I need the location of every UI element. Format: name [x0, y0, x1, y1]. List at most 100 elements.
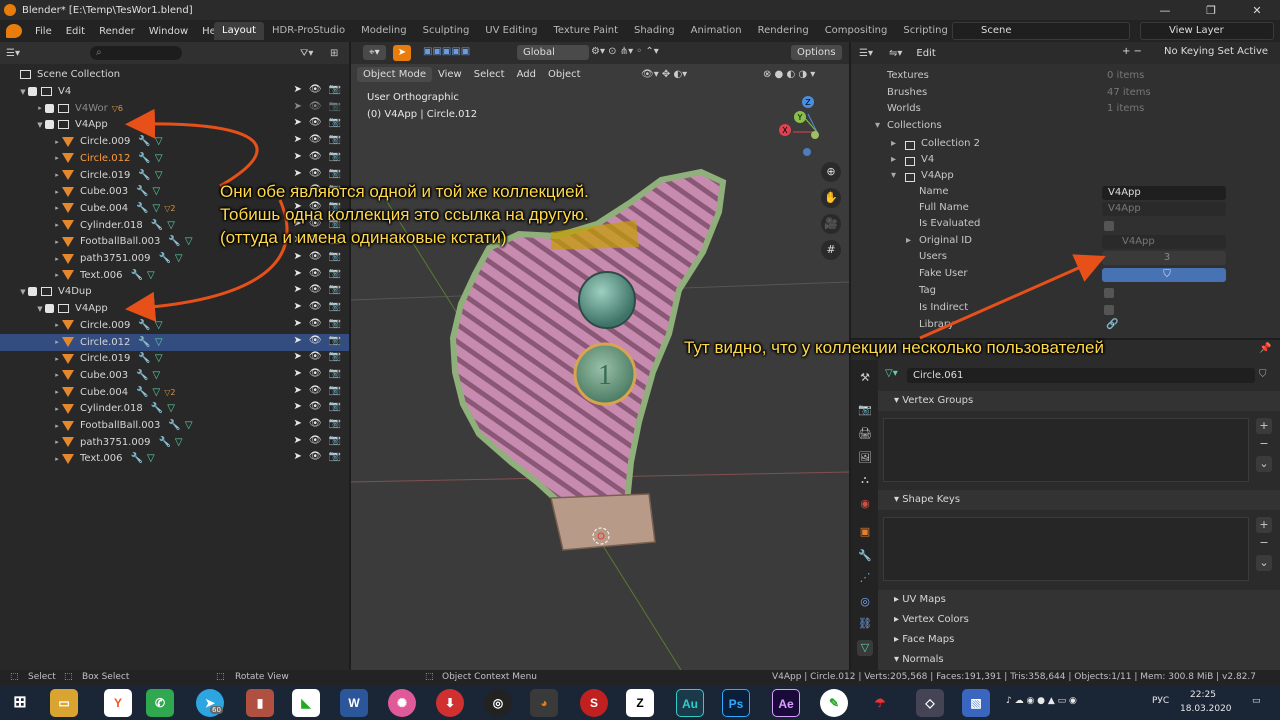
minimize-button[interactable]: —: [1142, 0, 1188, 20]
physics-tab-icon[interactable]: ◎: [857, 594, 873, 610]
collection-child-row[interactable]: ▾ V4App: [851, 170, 1280, 186]
expand-arrow-icon[interactable]: ▸: [52, 388, 62, 396]
modifier-icon[interactable]: 🔧: [138, 320, 150, 331]
expand-arrow-icon[interactable]: ▸: [52, 438, 62, 446]
shape-key-menu-button[interactable]: ⌄: [1256, 555, 1272, 571]
modifier-icon[interactable]: 🔧: [138, 353, 150, 364]
after-effects-icon[interactable]: Ae: [772, 689, 800, 717]
outliner-scene-collection[interactable]: Scene Collection: [0, 66, 349, 83]
app-icon-green[interactable]: ✎: [820, 689, 848, 717]
tab-layout[interactable]: Layout: [214, 22, 264, 40]
collection-child-row[interactable]: ▸ V4: [851, 154, 1280, 170]
mesh-data-icon[interactable]: ▽: [155, 320, 163, 331]
outliner-object-row[interactable]: ▸ FootballBall.003 🔧 ▽ ➤ 👁 📷: [0, 417, 349, 434]
modifier-icon[interactable]: 🔧: [136, 370, 148, 381]
mesh-data-icon[interactable]: ▽▾: [885, 368, 898, 379]
mesh-data-icon[interactable]: ▽: [175, 437, 183, 448]
expand-arrow-icon[interactable]: ▼: [18, 288, 28, 296]
yandex-browser-icon[interactable]: Y: [104, 689, 132, 717]
modifier-icon[interactable]: 🔧: [136, 203, 148, 214]
maximize-button[interactable]: ❐: [1188, 0, 1234, 20]
data-api-row[interactable]: ▾ Collections: [851, 120, 1280, 136]
audition-icon[interactable]: Au: [676, 689, 704, 717]
edit-menu[interactable]: Edit: [916, 48, 935, 59]
mesh-data-icon[interactable]: ▽: [155, 153, 163, 164]
eye-icon[interactable]: 👁: [309, 435, 322, 446]
expand-arrow-icon[interactable]: ▸: [52, 238, 62, 246]
eye-icon[interactable]: 👁: [309, 84, 322, 95]
modifier-icon[interactable]: 🔧: [158, 253, 170, 264]
selectable-icon[interactable]: ➤: [293, 134, 301, 145]
menu-render[interactable]: Render: [92, 26, 142, 37]
expand-arrow-icon[interactable]: ▸: [906, 235, 911, 246]
expand-arrow-icon[interactable]: ▸: [52, 204, 62, 212]
whatsapp-icon[interactable]: ✆: [146, 689, 174, 717]
eye-icon[interactable]: 👁: [309, 318, 322, 329]
obs-icon[interactable]: ◎: [484, 689, 512, 717]
clock-date[interactable]: 18.03.2020: [1180, 704, 1232, 714]
add-vertex-group-button[interactable]: +: [1256, 418, 1272, 434]
data-api-row[interactable]: Brushes 47 items: [851, 87, 1280, 103]
selectable-icon[interactable]: ➤: [293, 284, 301, 295]
expand-arrow-icon[interactable]: ▸: [52, 455, 62, 463]
expand-arrow-icon[interactable]: ▸: [52, 154, 62, 162]
render-tab-icon[interactable]: 📷: [857, 402, 873, 418]
modifier-icon[interactable]: 🔧: [131, 270, 143, 281]
selectable-icon[interactable]: ➤: [293, 401, 301, 412]
mesh-data-tab-icon[interactable]: ▽: [857, 640, 873, 656]
mesh-data-icon[interactable]: ▽: [155, 170, 163, 181]
expand-arrow-icon[interactable]: ▸: [52, 321, 62, 329]
modifier-icon[interactable]: 🔧: [168, 420, 180, 431]
is-evaluated-checkbox[interactable]: [1104, 221, 1114, 231]
collapse-arrow-icon[interactable]: ▾: [875, 120, 880, 131]
selectable-icon[interactable]: ➤: [293, 301, 301, 312]
mesh-data-icon[interactable]: ▽: [153, 370, 161, 381]
eye-icon[interactable]: 👁: [309, 351, 322, 362]
expand-arrow-icon[interactable]: ▸: [52, 188, 62, 196]
tab-shading[interactable]: Shading: [626, 22, 683, 40]
fake-user-icon[interactable]: ⛉: [1259, 369, 1267, 380]
eye-icon[interactable]: 👁: [309, 134, 322, 145]
outliner-collection-row[interactable]: ▸ V4Wor ▽6 ➤ 👁 📷: [0, 100, 349, 117]
mesh-data-icon[interactable]: ▽: [167, 220, 175, 231]
vertex-groups-panel-header[interactable]: ▾ Vertex Groups: [878, 391, 1280, 411]
render-camera-icon[interactable]: 📷: [329, 385, 341, 396]
selectable-icon[interactable]: ➤: [293, 117, 301, 128]
vertex-colors-panel-header[interactable]: ▸ Vertex Colors: [878, 610, 1280, 630]
modifier-icon[interactable]: 🔧: [131, 453, 143, 464]
exclude-checkbox[interactable]: [28, 87, 37, 96]
selectable-icon[interactable]: ➤: [293, 335, 301, 346]
menu-edit[interactable]: Edit: [59, 26, 92, 37]
selectable-icon[interactable]: ➤: [293, 151, 301, 162]
expand-arrow-icon[interactable]: ▸: [52, 338, 62, 346]
tab-texture-paint[interactable]: Texture Paint: [545, 22, 626, 40]
render-camera-icon[interactable]: 📷: [329, 251, 341, 262]
render-camera-icon[interactable]: 📷: [329, 151, 341, 162]
outliner-object-row[interactable]: ▸ path3751.009 🔧 ▽ ➤ 👁 📷: [0, 434, 349, 451]
modifier-icon[interactable]: 🔧: [151, 220, 163, 231]
filter-icon[interactable]: ⛛▾: [300, 48, 313, 59]
gizmo-neg-y-ball[interactable]: [811, 131, 819, 139]
expand-arrow-icon[interactable]: ▸: [52, 171, 62, 179]
menu-file[interactable]: File: [28, 26, 59, 37]
tab-sculpting[interactable]: Sculpting: [415, 22, 478, 40]
render-camera-icon[interactable]: 📷: [329, 368, 341, 379]
particles-tab-icon[interactable]: ⋰: [857, 570, 873, 586]
exclude-checkbox[interactable]: [28, 287, 37, 297]
selectable-icon[interactable]: ➤: [293, 318, 301, 329]
mesh-data-icon[interactable]: ▽: [153, 186, 161, 197]
vertex-group-menu-button[interactable]: ⌄: [1256, 456, 1272, 472]
clock-time[interactable]: 22:25: [1190, 690, 1216, 700]
shape-keys-list[interactable]: [883, 517, 1249, 581]
tab-hdr-prostudio[interactable]: HDR-ProStudio: [264, 22, 353, 40]
is-indirect-checkbox[interactable]: [1104, 305, 1114, 315]
book-app-icon[interactable]: ▮: [246, 689, 274, 717]
camera-icon[interactable]: 🎥: [821, 214, 841, 234]
photoshop-icon[interactable]: Ps: [722, 689, 750, 717]
mesh-data-icon[interactable]: ▽: [155, 353, 163, 364]
expand-arrow-icon[interactable]: ▸: [52, 355, 62, 363]
modifier-icon[interactable]: 🔧: [138, 170, 150, 181]
download-icon[interactable]: ⬇: [436, 689, 464, 717]
outliner-object-row[interactable]: ▸ Cube.004 🔧 ▽ ▽2 ➤ 👁 📷: [0, 384, 349, 401]
remove-vertex-group-button[interactable]: −: [1256, 436, 1272, 452]
